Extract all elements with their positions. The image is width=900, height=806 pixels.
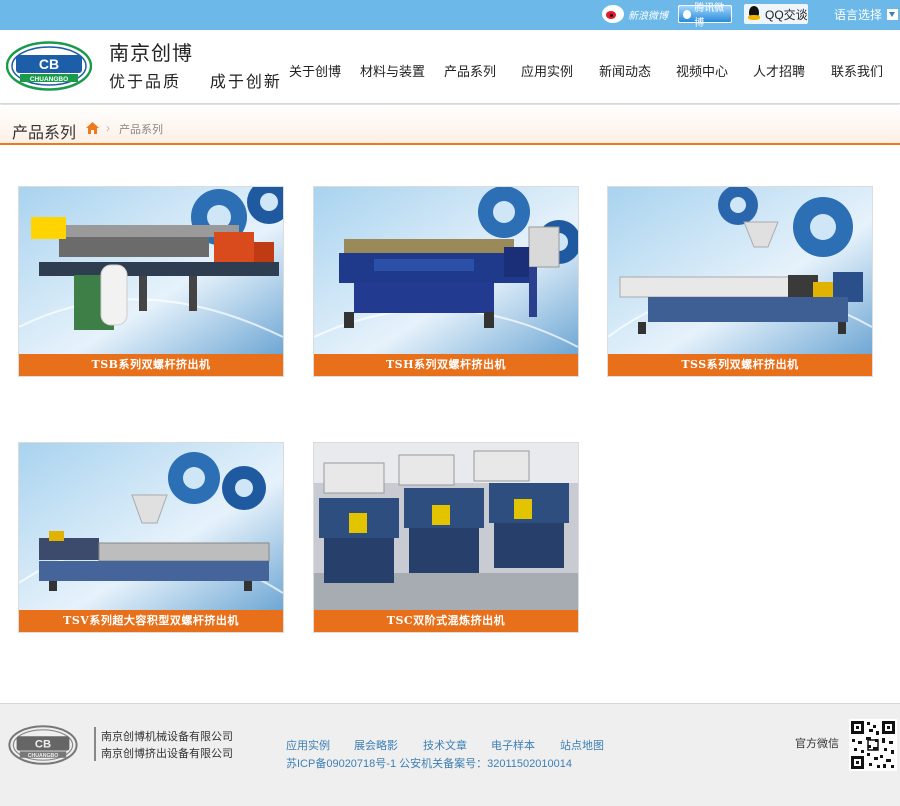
product-card-tss[interactable]: TSS系列双螺杆挤出机 — [607, 186, 873, 377]
breadcrumb: 产品系列 › 产品系列 — [0, 105, 900, 145]
language-label: 语言选择 — [834, 7, 883, 22]
logo-text: CHUANGBO — [30, 76, 68, 83]
footer-logo: CB CHUANGBO — [8, 725, 78, 765]
svg-text:CB: CB — [35, 738, 51, 750]
footer-link-catalog[interactable]: 电子样本 — [491, 737, 535, 753]
footer-link-exhibitions[interactable]: 展会略影 — [354, 737, 398, 753]
home-icon[interactable] — [86, 122, 99, 134]
product-card-tsh[interactable]: TSH系列双螺杆挤出机 — [313, 186, 579, 377]
product-caption-tsc[interactable]: TSC双阶式混炼挤出机 — [314, 610, 578, 632]
qq-chat-button[interactable]: QQ交谈 — [744, 4, 808, 24]
footer-link-articles[interactable]: 技术文章 — [423, 737, 467, 753]
qq-chat-label: QQ交谈 — [765, 7, 808, 22]
breadcrumb-separator: › — [106, 121, 110, 135]
footer-link-sitemap[interactable]: 站点地图 — [560, 737, 604, 753]
nav-materials[interactable]: 材料与装置 — [360, 61, 425, 80]
product-caption-tsh[interactable]: TSH系列双螺杆挤出机 — [314, 354, 578, 376]
site-header: CB CHUANGBO 南京创博 优于品质 成于创新 关于创博 材料与装置 产品… — [0, 30, 900, 104]
nav-video[interactable]: 视频中心 — [676, 61, 728, 80]
brand-name: 南京创博 — [109, 43, 193, 65]
company-name-2: 南京创博挤出设备有限公司 — [101, 748, 233, 760]
nav-contact[interactable]: 联系我们 — [831, 61, 883, 80]
nav-applications[interactable]: 应用实例 — [521, 61, 573, 80]
product-image-tss[interactable] — [608, 187, 872, 354]
language-selector[interactable]: 语言选择 — [834, 4, 899, 24]
footer-link-applications[interactable]: 应用实例 — [286, 737, 330, 753]
weibo-icon — [602, 5, 624, 23]
nav-careers[interactable]: 人才招聘 — [753, 61, 805, 80]
product-caption-tss[interactable]: TSS系列双螺杆挤出机 — [608, 354, 872, 376]
top-bar: 新浪微博 腾讯微博 QQ交谈 语言选择 — [0, 0, 900, 30]
wechat-label: 官方微信 — [795, 738, 839, 750]
tencent-weibo-link[interactable]: 腾讯微博 — [678, 3, 732, 29]
page-title: 产品系列 — [12, 125, 77, 142]
footer-logo-text: CHUANGBO — [28, 753, 59, 759]
product-card-tsb[interactable]: TSB系列双螺杆挤出机 — [18, 186, 284, 377]
product-image-tsb[interactable] — [19, 187, 283, 354]
breadcrumb-current: 产品系列 — [119, 124, 163, 136]
nav-news[interactable]: 新闻动态 — [599, 61, 651, 80]
company-logo[interactable]: CB CHUANGBO — [6, 41, 92, 91]
product-image-tsc[interactable] — [314, 443, 578, 610]
svg-text:CB: CB — [39, 56, 59, 72]
weibo-link[interactable]: 新浪微博 — [602, 4, 668, 24]
brand-slogan: 优于品质 成于创新 — [109, 74, 282, 91]
company-name-1: 南京创博机械设备有限公司 — [101, 731, 233, 743]
product-image-tsv[interactable] — [19, 443, 283, 610]
chevron-down-icon — [887, 8, 899, 20]
product-caption-tsb[interactable]: TSB系列双螺杆挤出机 — [19, 354, 283, 376]
footer-divider — [94, 727, 96, 761]
product-card-tsv[interactable]: TSV系列超大容积型双螺杆挤出机 — [18, 442, 284, 633]
wechat-qr-code — [849, 719, 897, 771]
icp-record[interactable]: 苏ICP备09020718号-1 公安机关备案号：32011502010014 — [286, 755, 572, 771]
tencent-weibo-icon — [683, 9, 692, 19]
product-caption-tsv[interactable]: TSV系列超大容积型双螺杆挤出机 — [19, 610, 283, 632]
nav-products[interactable]: 产品系列 — [444, 61, 496, 80]
qq-icon — [747, 6, 761, 22]
tencent-weibo-label: 腾讯微博 — [694, 3, 725, 29]
product-image-tsh[interactable] — [314, 187, 578, 354]
nav-about[interactable]: 关于创博 — [289, 61, 341, 80]
product-card-tsc[interactable]: TSC双阶式混炼挤出机 — [313, 442, 579, 633]
weibo-label: 新浪微博 — [628, 10, 668, 22]
site-footer: CB CHUANGBO 南京创博机械设备有限公司 南京创博挤出设备有限公司 应用… — [0, 703, 900, 806]
